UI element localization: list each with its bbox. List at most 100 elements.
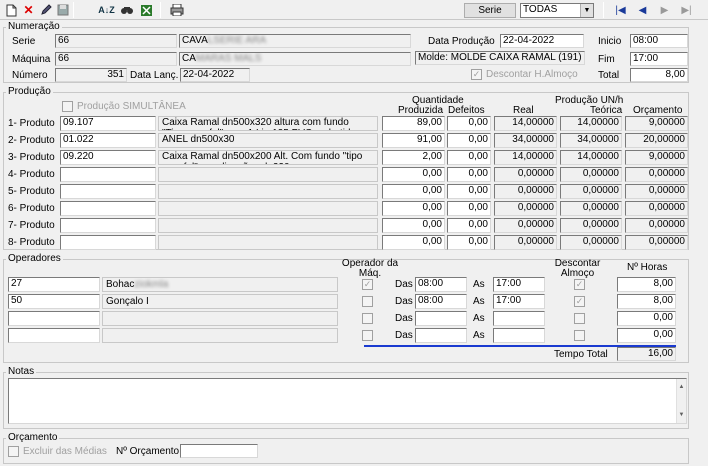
das-time-field[interactable]: 08:00 bbox=[415, 277, 467, 292]
delete-icon[interactable]: ✕ bbox=[20, 2, 37, 18]
teorica-field[interactable]: 34,00000 bbox=[560, 133, 622, 148]
produto-code-field[interactable] bbox=[60, 235, 156, 250]
defeitos-field[interactable]: 0,00 bbox=[447, 184, 491, 199]
n-horas-field[interactable]: 8,00 bbox=[617, 277, 676, 292]
real-field[interactable]: 14,00000 bbox=[494, 116, 557, 131]
orcamento-value-field[interactable]: 0,00000 bbox=[625, 167, 688, 182]
real-field[interactable]: 0,00000 bbox=[494, 218, 557, 233]
sort-az-icon[interactable]: A↓Z bbox=[98, 2, 115, 18]
teorica-field[interactable]: 0,00000 bbox=[560, 184, 622, 199]
next-icon[interactable]: ▶ bbox=[656, 2, 673, 18]
new-icon[interactable] bbox=[3, 2, 20, 18]
defeitos-field[interactable]: 0,00 bbox=[447, 150, 491, 165]
orcamento-value-field[interactable]: 0,00000 bbox=[625, 184, 688, 199]
real-field[interactable]: 34,00000 bbox=[494, 133, 557, 148]
produto-code-field[interactable]: 09.220 bbox=[60, 150, 156, 165]
fim-field[interactable]: 17:00 bbox=[630, 52, 688, 66]
last-icon[interactable]: ▶| bbox=[678, 2, 695, 18]
orcamento-value-field[interactable]: 0,00000 bbox=[625, 201, 688, 216]
defeitos-field[interactable]: 0,00 bbox=[447, 133, 491, 148]
tempo-total-field[interactable]: 16,00 bbox=[617, 347, 676, 361]
descontar-almoco-row-checkbox[interactable]: ✓ bbox=[574, 279, 585, 290]
as-time-field[interactable] bbox=[493, 311, 545, 326]
inicio-field[interactable]: 08:00 bbox=[630, 34, 688, 48]
maquina-code-field[interactable]: 66 bbox=[55, 52, 177, 66]
descontar-almoco-row-checkbox[interactable] bbox=[574, 313, 585, 324]
produto-code-field[interactable] bbox=[60, 184, 156, 199]
producao-simultanea-checkbox[interactable] bbox=[62, 101, 73, 112]
n-orcamento-field[interactable] bbox=[180, 444, 258, 458]
serie-filter-select[interactable]: TODAS ▼ bbox=[520, 3, 594, 18]
descontar-almoco-row-checkbox[interactable]: ✓ bbox=[574, 296, 585, 307]
operador-code-field[interactable] bbox=[8, 328, 100, 343]
operador-maq-checkbox[interactable] bbox=[362, 313, 373, 324]
as-time-field[interactable]: 17:00 bbox=[493, 277, 545, 292]
defeitos-field[interactable]: 0,00 bbox=[447, 235, 491, 250]
serie-code-field[interactable]: 66 bbox=[55, 34, 177, 48]
das-time-field[interactable] bbox=[415, 311, 467, 326]
scroll-down-icon[interactable]: ▼ bbox=[677, 409, 686, 421]
teorica-field[interactable]: 0,00000 bbox=[560, 167, 622, 182]
find-icon[interactable] bbox=[118, 2, 135, 18]
as-time-field[interactable] bbox=[493, 328, 545, 343]
molde-field[interactable]: Molde: MOLDE CAIXA RAMAL (191) bbox=[415, 51, 585, 65]
teorica-field[interactable]: 14,00000 bbox=[560, 150, 622, 165]
print-icon[interactable] bbox=[168, 2, 185, 18]
operador-maq-checkbox[interactable]: ✓ bbox=[362, 279, 373, 290]
defeitos-field[interactable]: 0,00 bbox=[447, 201, 491, 216]
scroll-up-icon[interactable]: ▲ bbox=[677, 381, 686, 393]
n-horas-field[interactable]: 0,00 bbox=[617, 328, 676, 343]
numero-field[interactable]: 351 bbox=[55, 68, 127, 82]
produzida-field[interactable]: 0,00 bbox=[382, 218, 445, 233]
teorica-field[interactable]: 0,00000 bbox=[560, 201, 622, 216]
produto-code-field[interactable] bbox=[60, 201, 156, 216]
descontar-almoco-row-checkbox[interactable] bbox=[574, 330, 585, 341]
produzida-field[interactable]: 89,00 bbox=[382, 116, 445, 131]
orcamento-value-field[interactable]: 0,00000 bbox=[625, 235, 688, 250]
operador-code-field[interactable]: 27 bbox=[8, 277, 100, 292]
orcamento-value-field[interactable]: 9,00000 bbox=[625, 150, 688, 165]
defeitos-field[interactable]: 0,00 bbox=[447, 218, 491, 233]
operador-maq-checkbox[interactable] bbox=[362, 296, 373, 307]
produzida-field[interactable]: 0,00 bbox=[382, 167, 445, 182]
produto-code-field[interactable] bbox=[60, 218, 156, 233]
defeitos-field[interactable]: 0,00 bbox=[447, 116, 491, 131]
teorica-field[interactable]: 0,00000 bbox=[560, 218, 622, 233]
produzida-field[interactable]: 0,00 bbox=[382, 184, 445, 199]
real-field[interactable]: 0,00000 bbox=[494, 167, 557, 182]
descontar-almoco-checkbox[interactable]: ✓ bbox=[471, 69, 482, 80]
first-icon[interactable]: |◀ bbox=[612, 2, 629, 18]
teorica-field[interactable]: 14,00000 bbox=[560, 116, 622, 131]
operador-maq-checkbox[interactable] bbox=[362, 330, 373, 341]
das-time-field[interactable] bbox=[415, 328, 467, 343]
save-icon[interactable] bbox=[54, 2, 71, 18]
serie-button[interactable]: Serie bbox=[464, 3, 516, 18]
real-field[interactable]: 14,00000 bbox=[494, 150, 557, 165]
n-horas-field[interactable]: 0,00 bbox=[617, 311, 676, 326]
teorica-field[interactable]: 0,00000 bbox=[560, 235, 622, 250]
excel-icon[interactable] bbox=[138, 2, 155, 18]
as-time-field[interactable]: 17:00 bbox=[493, 294, 545, 309]
orcamento-value-field[interactable]: 0,00000 bbox=[625, 218, 688, 233]
excluir-medias-checkbox[interactable] bbox=[8, 446, 19, 457]
serie-name-field[interactable]: CAVALSERIE ARA bbox=[179, 34, 411, 48]
maquina-name-field[interactable]: CAMARAS MALS bbox=[179, 52, 411, 66]
defeitos-field[interactable]: 0,00 bbox=[447, 167, 491, 182]
real-field[interactable]: 0,00000 bbox=[494, 235, 557, 250]
produzida-field[interactable]: 2,00 bbox=[382, 150, 445, 165]
total-field[interactable]: 8,00 bbox=[630, 68, 688, 82]
n-horas-field[interactable]: 8,00 bbox=[617, 294, 676, 309]
chevron-down-icon[interactable]: ▼ bbox=[580, 4, 593, 17]
produto-code-field[interactable]: 01.022 bbox=[60, 133, 156, 148]
orcamento-value-field[interactable]: 9,00000 bbox=[625, 116, 688, 131]
notas-scrollbar[interactable]: ▲ ▼ bbox=[676, 379, 686, 423]
produto-code-field[interactable] bbox=[60, 167, 156, 182]
data-producao-field[interactable]: 22-04-2022 bbox=[500, 34, 584, 48]
real-field[interactable]: 0,00000 bbox=[494, 201, 557, 216]
real-field[interactable]: 0,00000 bbox=[494, 184, 557, 199]
data-lanc-field[interactable]: 22-04-2022 bbox=[180, 68, 250, 82]
produzida-field[interactable]: 91,00 bbox=[382, 133, 445, 148]
das-time-field[interactable]: 08:00 bbox=[415, 294, 467, 309]
produzida-field[interactable]: 0,00 bbox=[382, 235, 445, 250]
operador-code-field[interactable] bbox=[8, 311, 100, 326]
